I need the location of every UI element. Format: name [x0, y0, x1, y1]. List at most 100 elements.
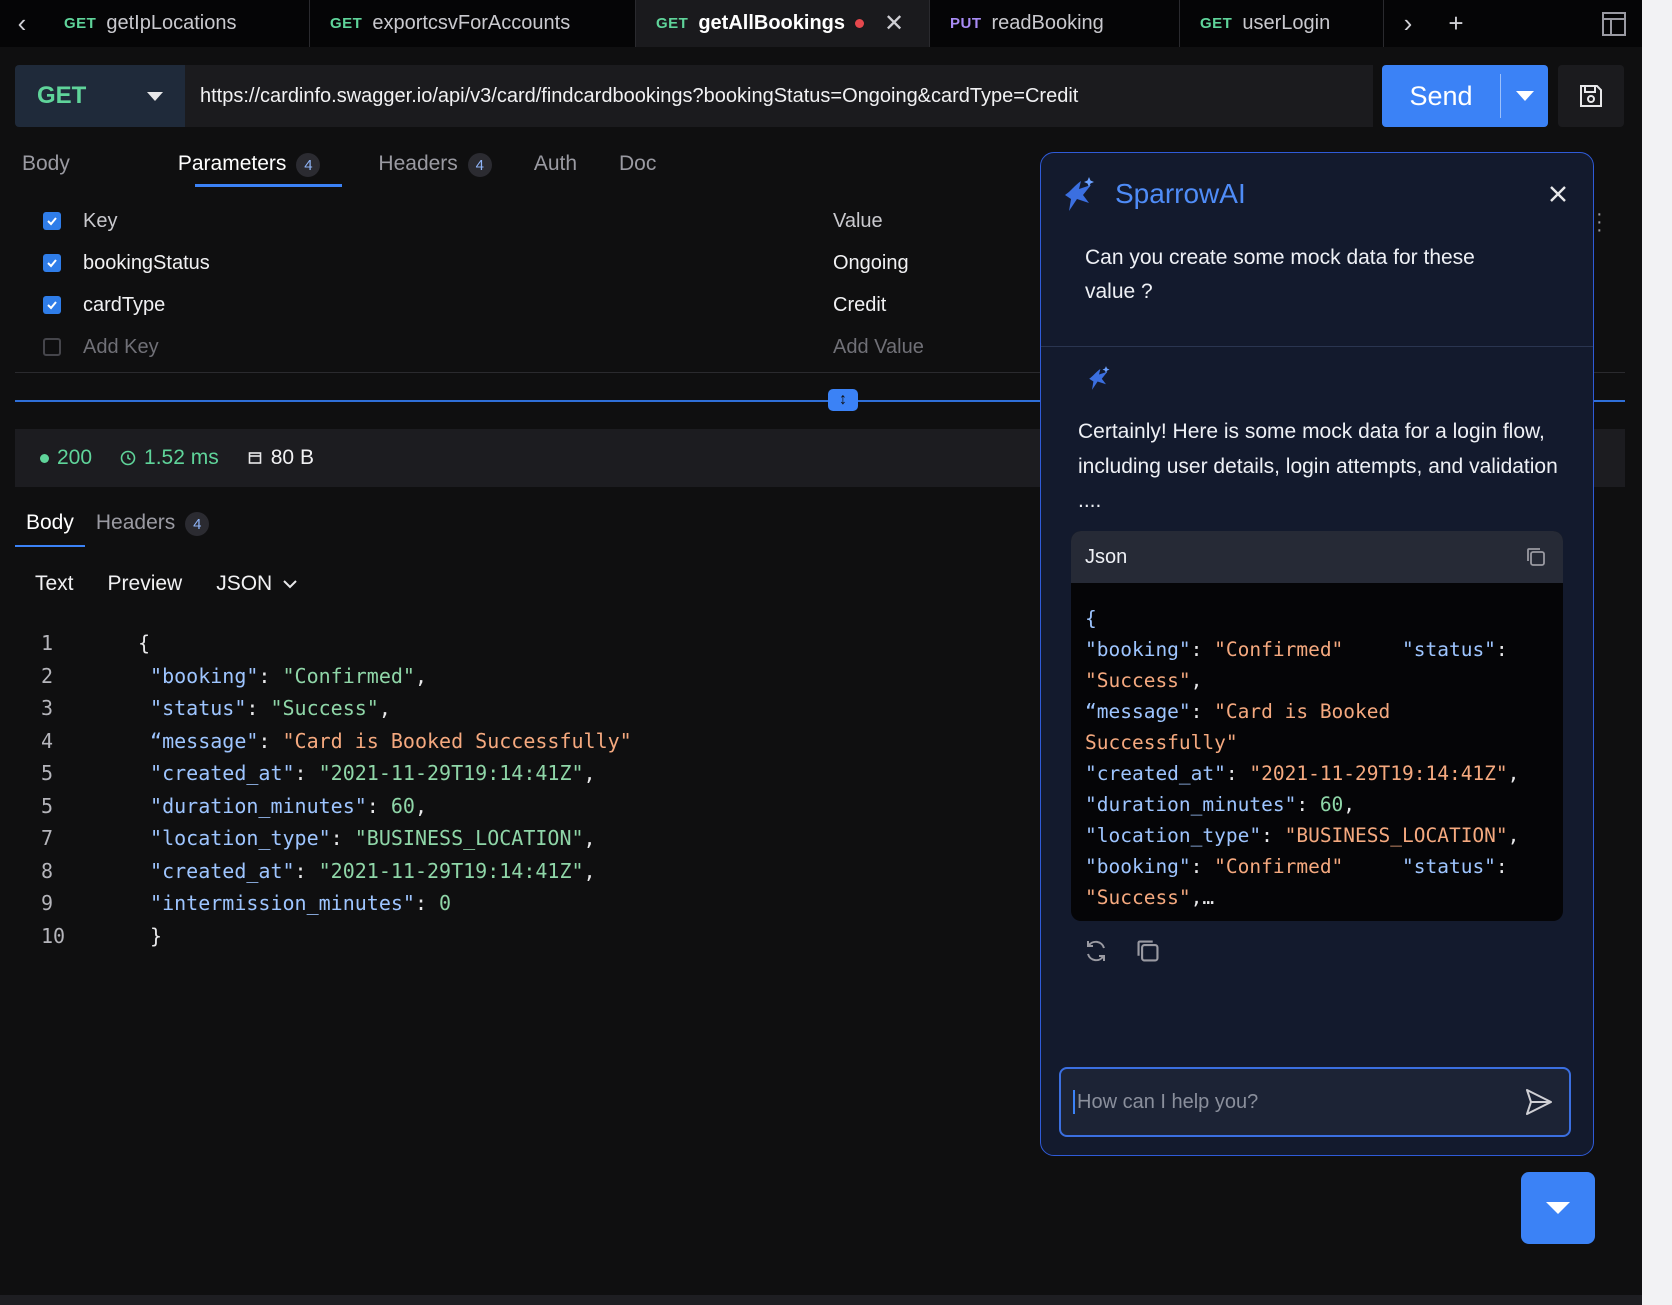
- code-line: 9 "intermission_minutes": 0: [30, 887, 632, 920]
- tab-getallbookings[interactable]: GET getAllBookings ✕: [636, 0, 930, 47]
- response-size-value: 80 B: [270, 446, 314, 469]
- line-number: 1: [41, 631, 54, 656]
- line-number: 8: [41, 858, 54, 883]
- response-tabs: Body Headers 4: [15, 508, 220, 547]
- param-value[interactable]: Ongoing: [833, 252, 909, 275]
- tab-label: Headers: [95, 511, 176, 534]
- ai-prompt-input[interactable]: [1077, 1090, 1509, 1114]
- response-body-editor[interactable]: 1{ 2 "booking": "Confirmed", 3 "status":…: [30, 627, 632, 952]
- copy-icon[interactable]: [1135, 938, 1161, 964]
- tab-method: GET: [1200, 15, 1233, 32]
- tab-method: GET: [330, 15, 363, 32]
- save-button[interactable]: [1558, 65, 1624, 127]
- tab-response-body[interactable]: Body: [15, 508, 85, 547]
- chevron-left-icon[interactable]: ‹: [0, 0, 44, 47]
- line-number: 9: [41, 891, 54, 916]
- send-label: Send: [1409, 80, 1473, 111]
- copy-icon[interactable]: [1525, 546, 1547, 568]
- bottom-scrollbar[interactable]: [0, 1295, 1642, 1305]
- tab-response-headers[interactable]: Headers 4: [85, 508, 220, 547]
- status-code-value: 200: [57, 446, 93, 469]
- view-preview-button[interactable]: Preview: [108, 572, 183, 596]
- chevron-down-icon: [147, 91, 163, 101]
- line-number: 5: [41, 793, 54, 818]
- sparrow-logo-icon: [1065, 177, 1094, 211]
- tab-headers[interactable]: Headers 4: [342, 145, 513, 187]
- send-icon[interactable]: [1509, 1086, 1569, 1118]
- code-line: 5 "duration_minutes": 60,: [30, 790, 632, 823]
- tab-body[interactable]: Body: [0, 145, 92, 187]
- send-button[interactable]: Send: [1382, 65, 1548, 127]
- tab-label: exportcsvForAccounts: [372, 12, 571, 34]
- regenerate-icon[interactable]: [1083, 938, 1109, 964]
- tab-exportcsvforaccounts[interactable]: GET exportcsvForAccounts: [310, 0, 636, 47]
- ai-prompt-field[interactable]: [1059, 1067, 1571, 1137]
- line-number: 4: [41, 728, 54, 753]
- tab-parameters[interactable]: Parameters 4: [92, 145, 343, 187]
- code-line: 4 “message": "Card is Booked Successfull…: [30, 725, 632, 758]
- param-value[interactable]: Credit: [833, 294, 886, 317]
- response-view-tabs: Text Preview JSON: [35, 572, 298, 596]
- param-key[interactable]: cardType: [83, 294, 833, 317]
- user-message: Can you create some mock data for these …: [1041, 235, 1593, 347]
- response-time-value: 1.52 ms: [144, 446, 219, 469]
- tab-label: Auth: [533, 152, 578, 175]
- line-number: 7: [41, 826, 54, 851]
- clock-icon: [120, 450, 136, 466]
- count-badge: 4: [467, 153, 492, 177]
- resize-icon[interactable]: ↕: [828, 389, 858, 411]
- select-all-checkbox[interactable]: [43, 212, 61, 230]
- tab-label: Body: [22, 152, 70, 175]
- tab-method: PUT: [950, 15, 982, 32]
- param-key[interactable]: bookingStatus: [83, 252, 833, 275]
- url-input[interactable]: https://cardinfo.swagger.io/api/v3/card/…: [185, 65, 1373, 127]
- code-block-header: Json: [1071, 531, 1563, 583]
- tab-method: GET: [64, 15, 97, 32]
- code-line: 5 "created_at": "2021-11-29T19:14:41Z",: [30, 757, 632, 790]
- kebab-menu-icon[interactable]: · · ·: [1596, 204, 1603, 240]
- sparrow-ai-panel: SparrowAI Can you create some mock data …: [1040, 152, 1594, 1156]
- tab-readbooking[interactable]: PUT readBooking: [930, 0, 1180, 47]
- tab-label: getIpLocations: [106, 12, 237, 34]
- line-number: 3: [41, 696, 54, 721]
- tab-getiplocations[interactable]: GET getIpLocations: [44, 0, 310, 47]
- close-icon[interactable]: ✕: [884, 9, 904, 38]
- text-cursor: [1073, 1090, 1075, 1114]
- assistant-message: Certainly! Here is some mock data for a …: [1078, 420, 1558, 512]
- value-column-header: Value: [833, 209, 883, 232]
- tab-doc[interactable]: Doc: [599, 145, 678, 187]
- plus-icon[interactable]: +: [1432, 0, 1480, 47]
- tab-label: Body: [26, 511, 74, 534]
- status-dot: [40, 453, 49, 463]
- method-select[interactable]: GET: [15, 65, 185, 127]
- method-label: GET: [37, 82, 87, 109]
- line-number: 5: [41, 761, 54, 786]
- tab-userlogin[interactable]: GET userLogin: [1180, 0, 1384, 47]
- row-checkbox[interactable]: [43, 254, 61, 272]
- row-checkbox[interactable]: [43, 338, 61, 356]
- chevron-right-icon[interactable]: ›: [1384, 0, 1432, 47]
- status-code: 200: [40, 446, 92, 470]
- tab-auth[interactable]: Auth: [514, 145, 599, 187]
- window-edge: [1642, 0, 1672, 1305]
- send-options-button[interactable]: [1501, 91, 1548, 101]
- tab-label: Parameters: [177, 152, 287, 175]
- key-column-header: Key: [83, 209, 118, 232]
- row-checkbox[interactable]: [43, 296, 61, 314]
- chevron-down-icon: [1546, 1202, 1570, 1214]
- tab-label: Doc: [619, 152, 657, 175]
- scroll-down-button[interactable]: [1521, 1172, 1595, 1244]
- request-section-tabs: Body Parameters 4 Headers 4 Auth Doc: [0, 145, 678, 187]
- code-block-title: Json: [1085, 545, 1128, 568]
- close-icon[interactable]: [1523, 184, 1593, 204]
- code-line: 10 }: [30, 920, 632, 953]
- message-actions: [1083, 938, 1161, 964]
- file-size-icon: [248, 452, 262, 464]
- add-value-input[interactable]: Add Value: [833, 336, 924, 359]
- code-line: 3 "status": "Success",: [30, 692, 632, 725]
- layout-icon[interactable]: [1586, 0, 1642, 47]
- view-text-button[interactable]: Text: [35, 572, 74, 596]
- code-line: 7 "location_type": "BUSINESS_LOCATION",: [30, 822, 632, 855]
- format-select[interactable]: JSON: [216, 572, 298, 596]
- add-key-input[interactable]: Add Key: [83, 336, 833, 359]
